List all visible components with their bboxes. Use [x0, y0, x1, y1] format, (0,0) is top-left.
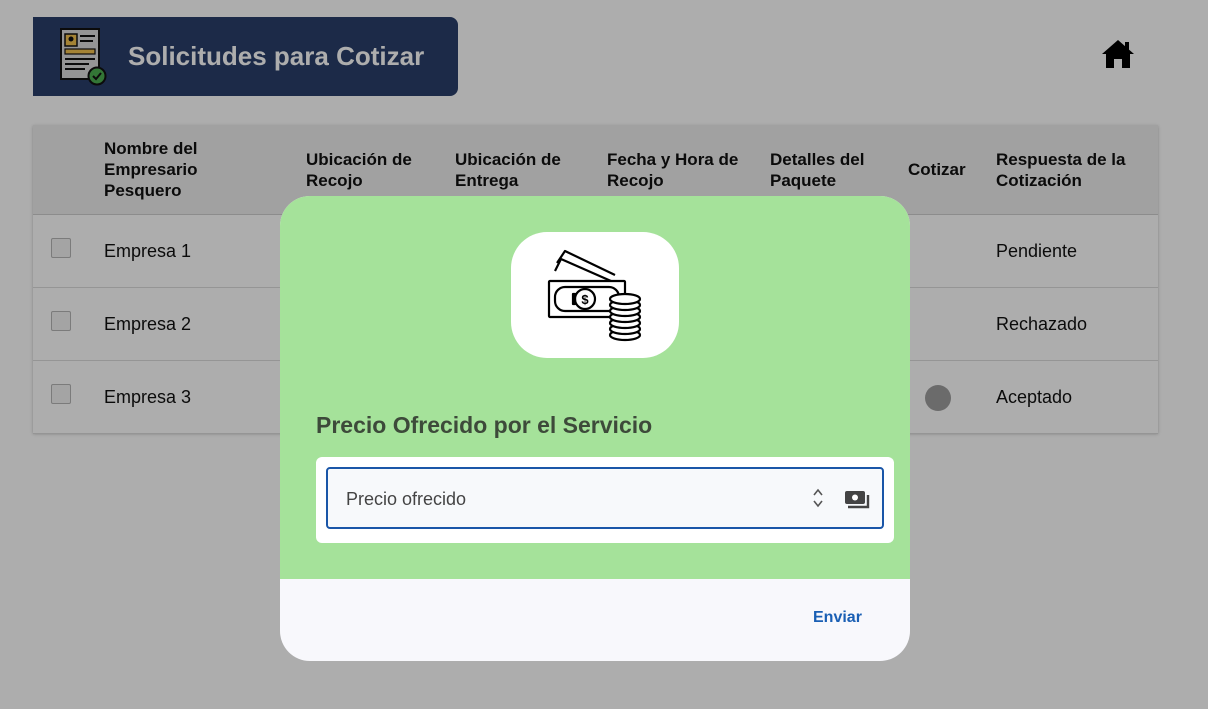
money-icon-container: $	[511, 232, 679, 358]
number-spinner-icon[interactable]	[812, 487, 824, 509]
price-dialog: $ Precio Ofrecido por el Servicio Precio…	[280, 196, 910, 661]
dialog-content: $ Precio Ofrecido por el Servicio	[280, 196, 910, 579]
send-button[interactable]: Enviar	[813, 609, 862, 627]
cash-icon	[845, 491, 870, 509]
dialog-heading: Precio Ofrecido por el Servicio	[316, 412, 653, 438]
svg-text:$: $	[581, 292, 589, 307]
price-field[interactable]	[326, 467, 884, 529]
money-cash-coins-icon: $	[547, 249, 642, 342]
price-input[interactable]	[344, 483, 788, 515]
price-field-container	[316, 457, 894, 543]
